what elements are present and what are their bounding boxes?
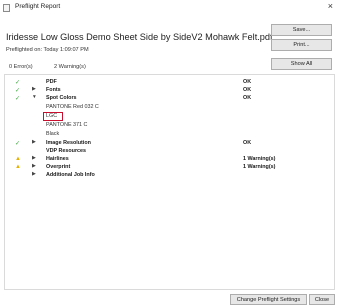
row-label: Hairlines — [46, 156, 69, 162]
row-result: 1 Warning(s) — [243, 164, 276, 170]
expand-arrow-icon[interactable]: ▶ — [32, 172, 36, 177]
check-icon: ✓ — [15, 96, 21, 102]
result-row-pdf[interactable]: ✓ PDF OK — [5, 79, 334, 87]
spot-color-item[interactable]: Black — [46, 131, 59, 137]
row-label: Fonts — [46, 87, 61, 93]
result-row-hairlines[interactable]: ▲ ▶ Hairlines 1 Warning(s) — [5, 156, 334, 164]
title-bar: Preflight Report × — [0, 0, 337, 17]
document-title: Iridesse Low Gloss Demo Sheet Side by Si… — [6, 32, 273, 42]
preflight-report-window: Preflight Report × Iridesse Low Gloss De… — [0, 0, 337, 307]
show-all-button[interactable]: Show All — [271, 58, 332, 70]
result-row-additional-job-info[interactable]: ▶ Additional Job Info — [5, 172, 334, 180]
preflighted-timestamp: Preflighted on: Today 1:09:07 PM — [6, 47, 89, 53]
check-icon: ✓ — [15, 80, 21, 86]
row-result: 1 Warning(s) — [243, 156, 276, 162]
row-result: OK — [243, 79, 252, 85]
row-label: Additional Job Info — [46, 172, 95, 178]
result-row-fonts[interactable]: ✓ ▶ Fonts OK — [5, 87, 334, 95]
warning-icon: ▲ — [15, 164, 21, 170]
row-label: PDF — [46, 79, 57, 85]
result-row-image-resolution[interactable]: ✓ ▶ Image Resolution OK — [5, 140, 334, 148]
spot-color-item[interactable]: PANTONE Red 032 C — [46, 104, 99, 110]
expand-arrow-icon[interactable]: ▶ — [32, 164, 36, 169]
expand-arrow-icon[interactable]: ▶ — [32, 87, 36, 92]
result-row-overprint[interactable]: ▲ ▶ Overprint 1 Warning(s) — [5, 164, 334, 172]
row-label: Overprint — [46, 164, 71, 170]
row-result: OK — [243, 95, 252, 101]
row-label: VDP Resources — [46, 148, 87, 154]
window-title: Preflight Report — [15, 3, 61, 10]
result-row-vdp-resources[interactable]: VDP Resources — [5, 148, 334, 156]
check-icon: ✓ — [15, 141, 21, 147]
expand-arrow-icon[interactable]: ▶ — [32, 156, 36, 161]
save-button[interactable]: Save... — [271, 24, 332, 36]
check-icon: ✓ — [15, 88, 21, 94]
row-label: Image Resolution — [46, 140, 91, 146]
row-label: Spot Colors — [46, 95, 77, 101]
close-button[interactable]: Close — [309, 294, 335, 305]
print-button[interactable]: Print... — [271, 39, 332, 51]
result-row-spot-colors[interactable]: ✓ ▼ Spot Colors OK — [5, 95, 334, 103]
spot-color-item[interactable]: PANTONE 371 C — [46, 122, 87, 128]
row-result: OK — [243, 87, 252, 93]
expand-arrow-icon[interactable]: ▶ — [32, 140, 36, 145]
document-icon — [3, 4, 10, 12]
collapse-arrow-icon[interactable]: ▼ — [32, 95, 37, 100]
error-count: 0 Error(s) — [9, 64, 33, 70]
row-result: OK — [243, 140, 252, 146]
change-preflight-settings-button[interactable]: Change Preflight Settings — [230, 294, 307, 305]
results-tree[interactable]: ✓ PDF OK ✓ ▶ Fonts OK ✓ ▼ Spot Colors OK… — [4, 74, 335, 290]
warning-icon: ▲ — [15, 156, 21, 162]
highlight-annotation — [43, 112, 63, 121]
warning-count: 2 Warning(s) — [54, 64, 86, 70]
close-icon[interactable]: × — [328, 1, 333, 11]
